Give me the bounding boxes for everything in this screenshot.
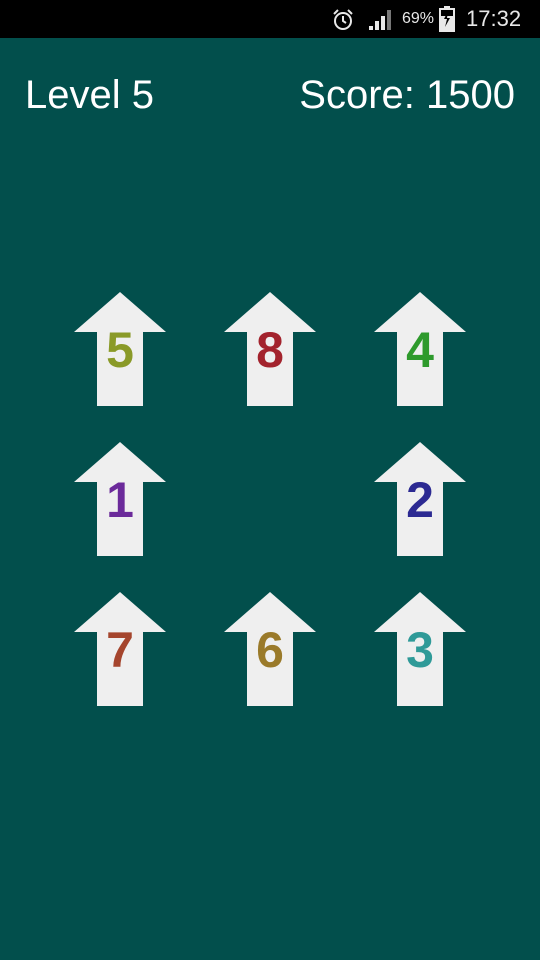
arrow-tile-8[interactable]: 8 [224, 292, 316, 406]
score-label: Score: 1500 [299, 73, 515, 117]
alarm-icon [333, 9, 353, 30]
level-label: Level 5 [25, 73, 154, 117]
status-clock: 17:32 [466, 6, 522, 31]
tile-number: 7 [106, 622, 134, 678]
tile-number: 1 [106, 472, 134, 528]
arrow-tile-2[interactable]: 2 [374, 442, 466, 556]
tile-number: 5 [106, 322, 134, 378]
arrow-tile-7[interactable]: 7 [74, 592, 166, 706]
battery-percent: 69% [402, 10, 435, 27]
battery-charging-icon [439, 6, 455, 32]
arrow-tile-6[interactable]: 6 [224, 592, 316, 706]
signal-icon [369, 10, 391, 30]
tile-number: 2 [406, 472, 434, 528]
status-bar: 69% 17:32 [0, 0, 540, 38]
tile-number: 8 [256, 322, 284, 378]
arrow-tile-5[interactable]: 5 [74, 292, 166, 406]
tile-number: 6 [256, 622, 284, 678]
arrow-tile-1[interactable]: 1 [74, 442, 166, 556]
arrow-tile-3[interactable]: 3 [374, 592, 466, 706]
arrow-tile-4[interactable]: 4 [374, 292, 466, 406]
tile-number: 4 [406, 322, 434, 378]
tile-number: 3 [406, 622, 434, 678]
